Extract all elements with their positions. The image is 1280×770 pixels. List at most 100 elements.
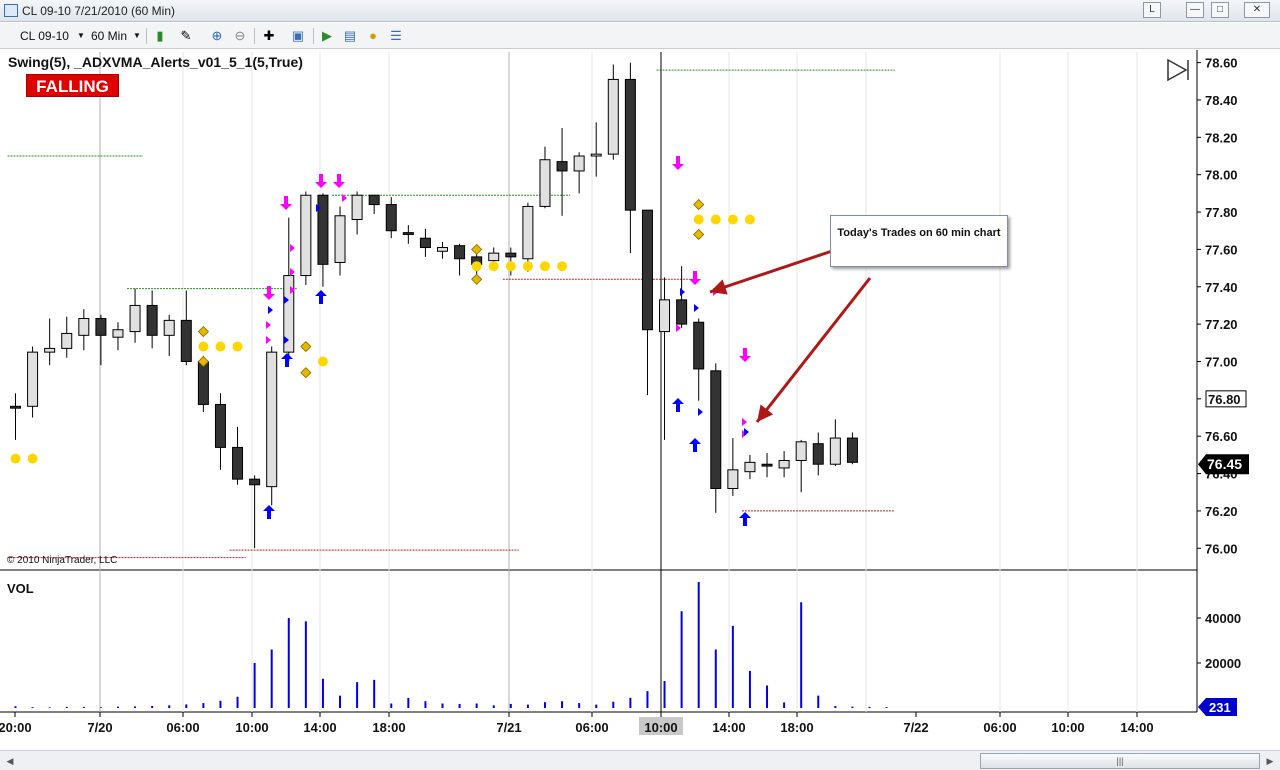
signal-dot — [693, 214, 704, 225]
price-tick-label: 76.00 — [1205, 541, 1238, 556]
candle-body — [10, 405, 21, 409]
scroll-left-icon[interactable]: ◀ — [2, 753, 18, 769]
time-label: 14:00 — [712, 720, 745, 735]
time-label: 20:00 — [0, 720, 32, 735]
properties-icon[interactable]: ☰ — [387, 27, 405, 45]
signal-dot — [488, 261, 499, 272]
candle-body — [641, 209, 653, 331]
price-tick-label: 78.00 — [1205, 168, 1238, 183]
candle-body — [95, 318, 107, 336]
toolbar-separator — [313, 28, 314, 44]
candle-body — [607, 78, 619, 155]
data-box-icon[interactable]: ▶ — [318, 27, 336, 45]
candle-body — [385, 204, 397, 232]
candle — [266, 346, 278, 506]
signal-dot — [557, 261, 568, 272]
candle-body — [78, 318, 90, 336]
last-price-label: 76.45 — [1207, 456, 1242, 472]
candle-body — [317, 194, 329, 265]
time-label: 18:00 — [372, 720, 405, 735]
signal-dot — [10, 453, 21, 464]
candle-body — [761, 463, 773, 467]
candle-body — [659, 299, 671, 333]
app-icon — [4, 4, 18, 17]
horizontal-scrollbar[interactable]: ◀ ||| ▶ — [0, 750, 1280, 770]
candlestick-style-icon[interactable]: ▮ — [151, 27, 169, 45]
close-button[interactable]: ✕ — [1244, 2, 1270, 18]
signal-dot — [27, 453, 38, 464]
draw-tool-icon[interactable]: ✎ — [177, 27, 195, 45]
signal-dot — [317, 356, 328, 367]
candle-body — [61, 332, 73, 349]
candle-body — [334, 215, 346, 263]
candle-body — [44, 347, 56, 353]
candle — [300, 191, 312, 285]
link-button[interactable]: L — [1143, 2, 1161, 18]
scroll-right-icon[interactable]: ▶ — [1262, 753, 1278, 769]
candle-body — [710, 370, 722, 490]
zoom-out-icon[interactable]: ⊖ — [231, 27, 249, 45]
candle-body — [488, 252, 500, 262]
candle-body — [351, 194, 363, 221]
strategies-icon[interactable]: ● — [364, 27, 382, 45]
time-label: 10:00 — [644, 720, 677, 735]
candle-body — [522, 205, 534, 260]
crosshair-icon[interactable]: ✚ — [260, 27, 278, 45]
time-label: 18:00 — [780, 720, 813, 735]
time-label: 14:00 — [303, 720, 336, 735]
price-tick-label: 78.60 — [1205, 56, 1238, 71]
window-title: CL 09-10 7/21/2010 (60 Min) — [22, 4, 175, 18]
signal-dot — [522, 261, 533, 272]
time-label: 10:00 — [235, 720, 268, 735]
candle-body — [249, 478, 261, 486]
maximize-button[interactable]: □ — [1211, 2, 1229, 18]
price-marker-label: 76.80 — [1208, 392, 1241, 407]
indicators-icon[interactable]: ▤ — [341, 27, 359, 45]
signal-dot — [215, 341, 226, 352]
minimize-button[interactable]: — — [1186, 2, 1204, 18]
window-titlebar: CL 09-10 7/21/2010 (60 Min) L — □ ✕ — [0, 0, 1280, 22]
candle-body — [129, 304, 141, 333]
toolbar-separator — [146, 28, 147, 44]
scrollbar-thumb[interactable]: ||| — [980, 753, 1260, 769]
candle-body — [676, 299, 688, 325]
candle-body — [693, 321, 705, 370]
volume-tick-label: 20000 — [1205, 656, 1241, 671]
candle-body — [402, 232, 414, 235]
signal-dot — [471, 261, 482, 272]
signal-dot — [744, 214, 755, 225]
zoom-in-icon[interactable]: ⊕ — [208, 27, 226, 45]
period-dropdown-icon[interactable]: ▼ — [133, 27, 141, 45]
candle-body — [419, 237, 431, 249]
candle-body — [505, 252, 517, 258]
candle-body — [180, 319, 192, 362]
price-tick-label: 76.60 — [1205, 429, 1238, 444]
time-label: 06:00 — [983, 720, 1016, 735]
price-chart[interactable]: 78.60 78.40 78.20 78.00 77.80 77.60 77.40 77.20… — [0, 50, 1280, 750]
candle-body — [112, 329, 124, 338]
candle-body — [778, 459, 790, 469]
time-label: 14:00 — [1120, 720, 1153, 735]
snapshot-icon[interactable]: ▣ — [289, 27, 307, 45]
candle-body — [812, 443, 824, 465]
signal-dot — [198, 341, 209, 352]
time-label: 7/20 — [87, 720, 112, 735]
candle-body — [573, 155, 585, 172]
signal-dot — [232, 341, 243, 352]
candle-body — [368, 194, 380, 206]
current-volume-label: 231 — [1209, 700, 1231, 715]
price-tick-label: 77.00 — [1205, 354, 1238, 369]
instrument-dropdown-icon[interactable]: ▼ — [77, 27, 85, 45]
price-tick-label: 77.60 — [1205, 242, 1238, 257]
indicator-label: Swing(5), _ADXVMA_Alerts_v01_5_1(5,True) — [8, 54, 303, 70]
candle-body — [437, 247, 448, 252]
annotation-callout[interactable]: Today's Trades on 60 min chart — [830, 215, 1008, 267]
trend-state-badge: FALLING — [26, 74, 119, 97]
candle-body — [454, 245, 466, 260]
time-label: 7/22 — [903, 720, 928, 735]
candle-body — [27, 351, 39, 407]
instrument-selector[interactable]: CL 09-10 — [20, 27, 69, 45]
candle-body — [744, 461, 756, 473]
candle-body — [163, 319, 175, 336]
period-selector[interactable]: 60 Min — [91, 27, 127, 45]
